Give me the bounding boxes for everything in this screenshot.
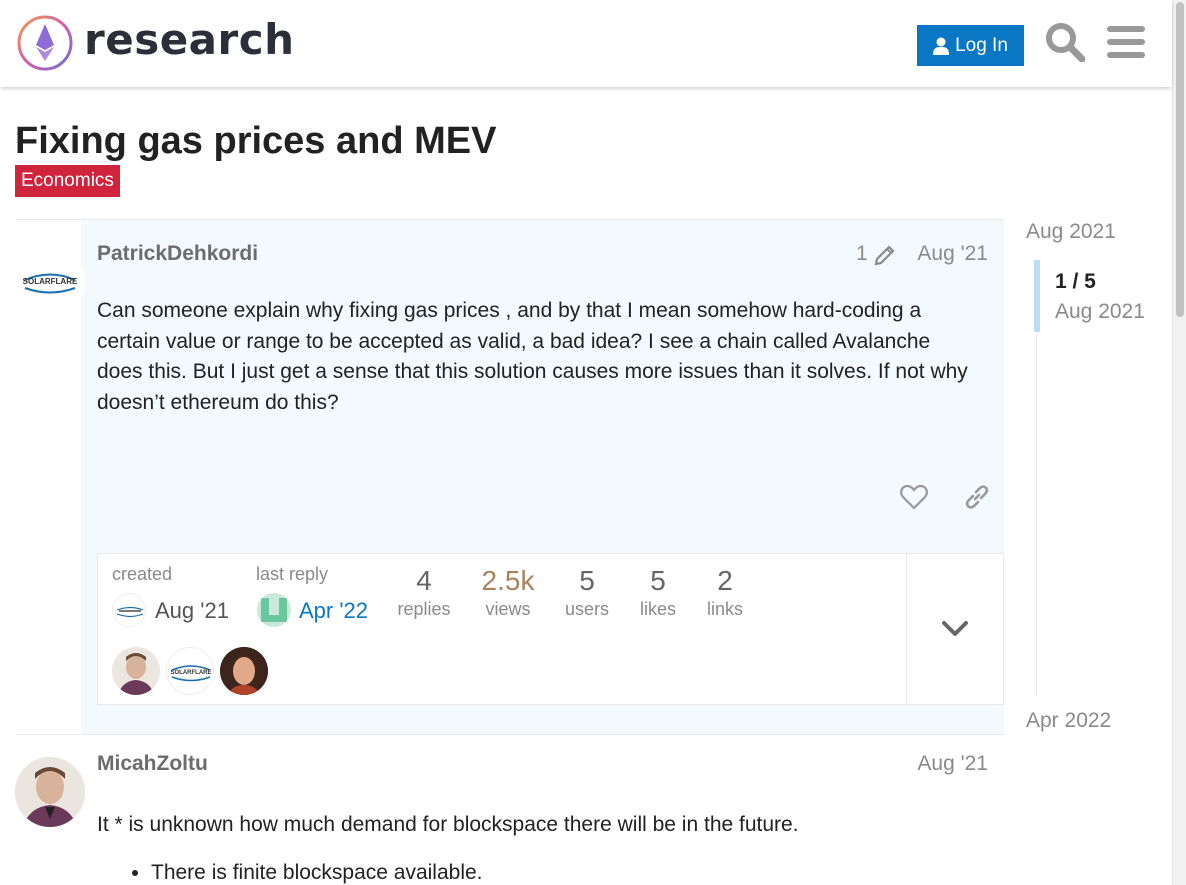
post: MicahZoltu Aug '21 It * is unknown how m… [15,734,1004,885]
edit-count: 1 [856,242,868,265]
link-icon [965,485,989,509]
category-badge[interactable]: Economics [15,165,120,197]
user-photo-icon [220,647,268,695]
svg-text:SOLARFLARE: SOLARFLARE [171,670,212,676]
stat-value: 2 [717,565,733,596]
svg-text:SOLARFLARE: SOLARFLARE [23,277,78,286]
post-body: It * is unknown how much demand for bloc… [97,813,799,836]
timeline-position: 1 / 5 [1055,270,1096,293]
stat-label: likes [639,598,676,619]
stat-replies: 4 replies [390,565,458,620]
stat-value: 5 [579,565,595,596]
post-username[interactable]: MicahZoltu [97,752,208,776]
created-label: created [112,564,173,584]
stat-value: 2.5k [481,565,535,596]
post-date[interactable]: Aug '21 [917,752,988,776]
ethereum-logo-icon [17,15,73,71]
last-reply-label: last reply [256,564,329,584]
heart-icon [900,484,928,510]
hamburger-menu-icon [1107,26,1145,58]
site-header: research Log In [0,0,1172,87]
participant-avatar[interactable] [220,647,268,695]
like-button[interactable] [899,482,929,512]
user-photo-icon [112,647,160,695]
avatar[interactable]: SOLARFLARE [15,247,85,317]
pencil-icon [874,245,895,266]
stat-users: 5 users [556,565,618,620]
stat-links: 2 links [698,565,752,620]
default-avatar-icon [257,593,291,627]
post-bullet-list: There is finite blockspace available. [151,861,483,885]
user-icon [933,37,950,55]
stat-label: views [485,598,531,619]
post-body: Can someone explain why fixing gas price… [97,299,968,414]
created-date[interactable]: Aug '21 [155,598,229,624]
solarflare-avatar-icon [116,606,144,618]
chevron-down-icon [942,621,968,636]
stat-likes: 5 likes [630,565,686,620]
solarflare-avatar-icon: SOLARFLARE [171,665,212,682]
solarflare-avatar-icon: SOLARFLARE [16,248,84,316]
stat-label: replies [397,598,451,619]
last-reply-date[interactable]: Apr '22 [299,598,368,624]
share-button[interactable] [962,482,992,512]
stat-value: 4 [416,565,432,596]
avatar[interactable] [257,593,291,627]
login-label: Log In [955,34,1008,56]
login-button[interactable]: Log In [917,25,1024,66]
timeline-end-date[interactable]: Apr 2022 [1026,709,1111,733]
page-scrollbar[interactable] [1172,0,1186,885]
avatar[interactable] [15,757,85,827]
post: SOLARFLARE PatrickDehkordi 1 Aug '21 Can… [15,219,1004,735]
stat-label: users [564,598,609,619]
participant-avatar[interactable] [112,647,160,695]
stat-label: links [706,598,743,619]
search-button[interactable] [1043,20,1087,64]
expand-topic-map-button[interactable] [906,554,1003,704]
avatar[interactable] [112,593,146,627]
stat-views: 2.5k views [472,565,544,620]
list-item: There is finite blockspace available. [151,861,483,885]
timeline-start-date[interactable]: Aug 2021 [1026,220,1116,244]
edit-history-button[interactable]: 1 [856,242,898,266]
timeline-position-date: Aug 2021 [1055,300,1145,323]
site-logo[interactable]: research [16,14,295,72]
topic-map: created Aug '21 last reply Apr '22 4 rep… [97,553,1004,705]
scrollbar-thumb[interactable] [1176,2,1184,317]
post-username[interactable]: PatrickDehkordi [97,242,258,266]
timeline-scroll-handle[interactable] [1034,260,1040,332]
user-photo-icon [15,757,85,827]
menu-button[interactable] [1104,20,1148,64]
post-date[interactable]: Aug '21 [917,242,988,266]
topic-title[interactable]: Fixing gas prices and MEV [15,120,496,164]
stat-value: 5 [650,565,666,596]
participant-avatar[interactable]: SOLARFLARE [166,647,214,695]
search-icon [1046,23,1085,62]
site-name: research [84,15,295,64]
